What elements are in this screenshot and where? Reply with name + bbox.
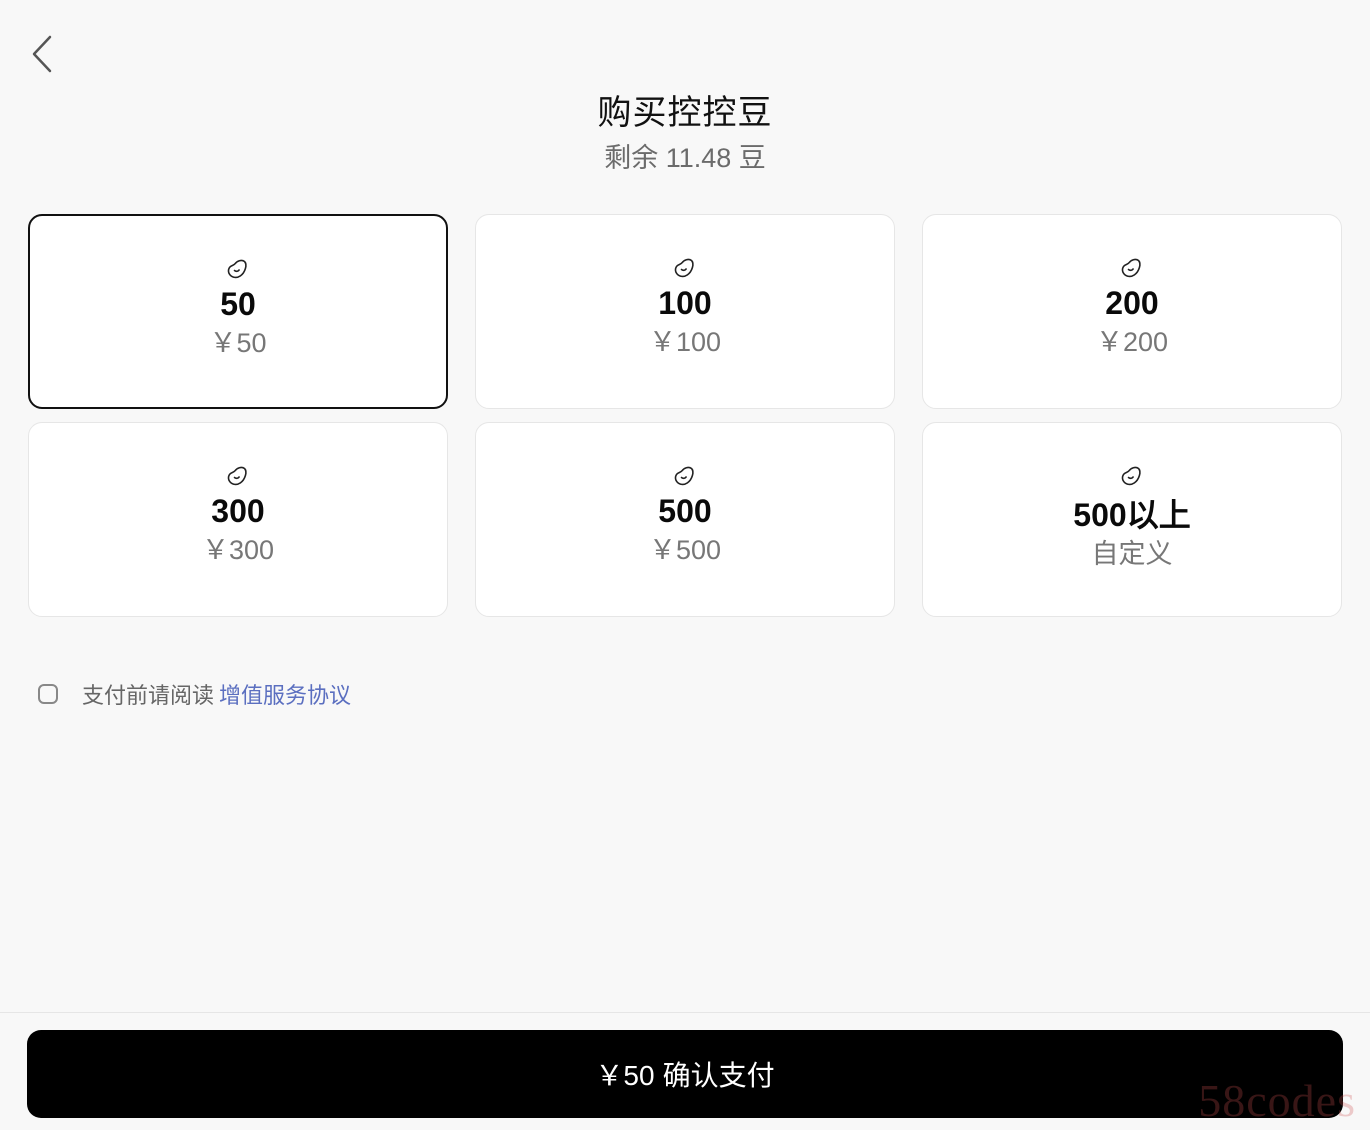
package-card-200[interactable]: 200 ￥200 — [922, 214, 1342, 409]
package-price: ￥50 — [209, 328, 267, 358]
header: 购买控控豆 剩余 11.48 豆 — [0, 90, 1370, 176]
bean-icon — [674, 258, 694, 278]
package-card-100[interactable]: 100 ￥100 — [475, 214, 895, 409]
package-price: ￥200 — [1095, 327, 1169, 357]
chevron-left-icon — [32, 35, 52, 73]
package-card-50[interactable]: 50 ￥50 — [28, 214, 448, 409]
package-card-300[interactable]: 300 ￥300 — [28, 422, 448, 617]
package-price: ￥100 — [648, 327, 722, 357]
package-amount: 50 — [220, 286, 256, 322]
service-agreement-link[interactable]: 增值服务协议 — [219, 678, 351, 710]
page-title: 购买控控豆 — [597, 94, 773, 132]
back-button[interactable] — [22, 32, 62, 76]
footer-divider — [0, 1012, 1370, 1013]
bean-icon — [227, 466, 247, 486]
pay-button-price: ￥50 — [595, 1060, 655, 1091]
package-amount: 500以上 — [1073, 497, 1191, 533]
bean-icon — [674, 466, 694, 486]
package-price: ￥300 — [201, 535, 275, 565]
bean-icon — [1121, 258, 1141, 278]
package-price: ￥500 — [648, 535, 722, 565]
package-grid: 50 ￥50 100 ￥100 200 ￥200 300 ￥300 500 ￥5 — [28, 214, 1342, 617]
agreement-row: 支付前请阅读 增值服务协议 — [38, 678, 351, 710]
watermark: 58codes — [1198, 1075, 1356, 1126]
package-amount: 300 — [211, 493, 265, 529]
bean-icon — [227, 259, 247, 279]
pay-button-label: 确认支付 — [662, 1060, 775, 1091]
agreement-checkbox[interactable] — [38, 684, 58, 704]
package-card-500[interactable]: 500 ￥500 — [475, 422, 895, 617]
package-price-custom: 自定义 — [1091, 539, 1173, 569]
agreement-text: 支付前请阅读 — [82, 683, 215, 708]
bean-icon — [1121, 466, 1141, 486]
package-amount: 200 — [1105, 285, 1159, 321]
package-card-custom[interactable]: 500以上 自定义 — [922, 422, 1342, 617]
package-amount: 500 — [658, 493, 712, 529]
package-amount: 100 — [658, 285, 712, 321]
bean-balance: 剩余 11.48 豆 — [604, 143, 766, 173]
confirm-pay-button[interactable]: ￥50 确认支付 — [27, 1030, 1343, 1118]
